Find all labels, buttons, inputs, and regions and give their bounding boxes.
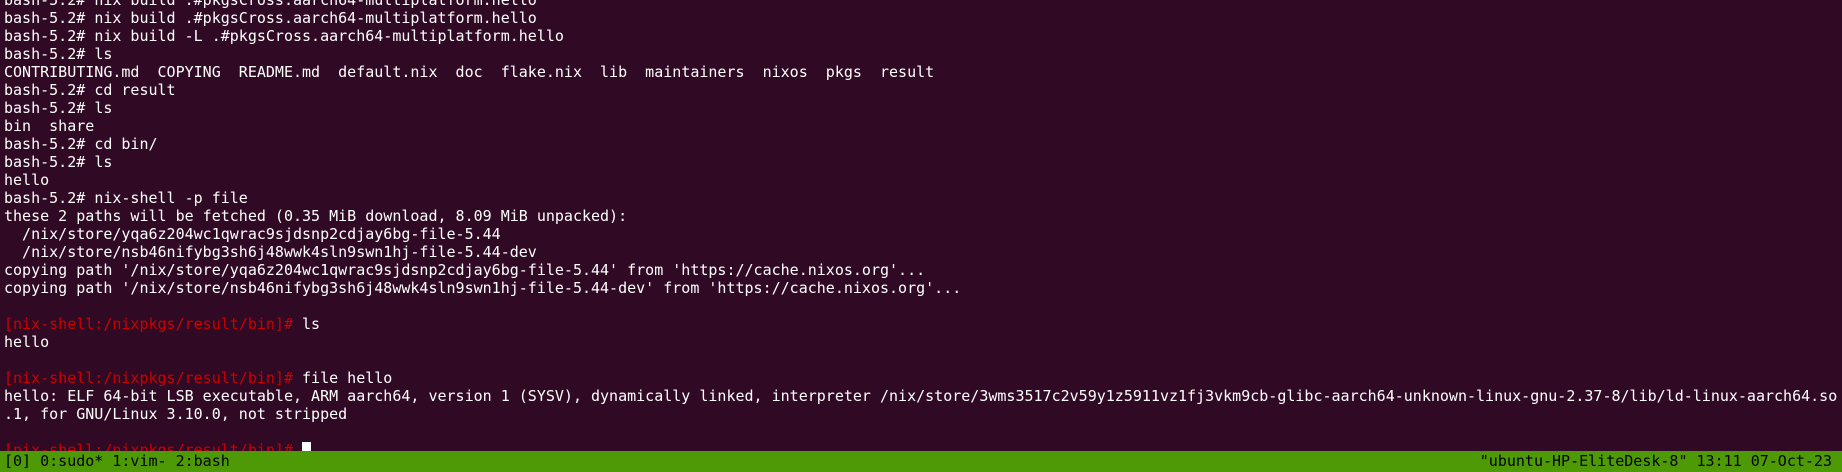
hostname: "ubuntu-HP-EliteDesk-8" (1479, 452, 1688, 470)
bash-prompt: bash-5.2# (4, 81, 95, 99)
output-text: CONTRIBUTING.md COPYING README.md defaul… (4, 63, 935, 81)
terminal-line: hello (4, 333, 1838, 351)
bash-prompt: bash-5.2# (4, 9, 95, 27)
output-text: /nix/store/yqa6z204wc1qwrac9sjdsnp2cdjay… (4, 225, 501, 243)
tmux-status-bar: [0] 0:sudo* 1:vim- 2:bash "ubuntu-HP-Eli… (0, 451, 1842, 472)
terminal-line: bash-5.2# nix-shell -p file (4, 189, 1838, 207)
terminal-line: .1, for GNU/Linux 3.10.0, not stripped (4, 405, 1838, 423)
output-text: hello: ELF 64-bit LSB executable, ARM aa… (4, 387, 1838, 405)
bash-prompt: bash-5.2# (4, 99, 95, 117)
command-text: cd result (94, 81, 176, 99)
output-text: copying path '/nix/store/nsb46nifybg3sh6… (4, 279, 962, 297)
bash-prompt: bash-5.2# (4, 27, 95, 45)
command-text: ls (302, 315, 321, 333)
nix-shell-prompt: [nix-shell:/nixpkgs/result/bin]# (4, 441, 303, 451)
terminal-line: copying path '/nix/store/nsb46nifybg3sh6… (4, 279, 1838, 297)
clock-time: 13:11 (1696, 452, 1742, 470)
command-text: ls (94, 153, 113, 171)
terminal-line: bash-5.2# nix build -L .#pkgsCross.aarch… (4, 27, 1838, 45)
window-list[interactable]: 0:sudo* 1:vim- 2:bash (40, 452, 230, 470)
terminal-line: [nix-shell:/nixpkgs/result/bin]# (4, 441, 1838, 451)
command-text: nix build .#pkgsCross.aarch64-multiplatf… (94, 0, 537, 9)
output-text: these 2 paths will be fetched (0.35 MiB … (4, 207, 628, 225)
output-text: copying path '/nix/store/yqa6z204wc1qwra… (4, 261, 926, 279)
terminal-line: CONTRIBUTING.md COPYING README.md defaul… (4, 63, 1838, 81)
output-text: .1, for GNU/Linux 3.10.0, not stripped (4, 405, 348, 423)
terminal-line: [nix-shell:/nixpkgs/result/bin]# file he… (4, 369, 1838, 387)
output-text: /nix/store/nsb46nifybg3sh6j48wwk4sln9swn… (4, 243, 537, 261)
terminal-line: /nix/store/yqa6z204wc1qwrac9sjdsnp2cdjay… (4, 225, 1838, 243)
command-text: nix-shell -p file (94, 189, 248, 207)
session-index: [0] (4, 452, 32, 470)
command-text: nix build -L .#pkgsCross.aarch64-multipl… (94, 27, 564, 45)
command-text: ls (94, 45, 113, 63)
status-left: [0] 0:sudo* 1:vim- 2:bash (4, 451, 230, 472)
bash-prompt: bash-5.2# (4, 0, 95, 9)
bash-prompt: bash-5.2# (4, 45, 95, 63)
terminal-output[interactable]: bash-5.2# nix build .#pkgsCross.aarch64-… (4, 0, 1838, 451)
bash-prompt: bash-5.2# (4, 135, 95, 153)
command-text: file hello (302, 369, 393, 387)
terminal-line: bin share (4, 117, 1838, 135)
bash-prompt: bash-5.2# (4, 189, 95, 207)
status-right: "ubuntu-HP-EliteDesk-8" 13:11 07-Oct-23 (1480, 451, 1832, 472)
terminal-line: bash-5.2# cd bin/ (4, 135, 1838, 153)
terminal-line: bash-5.2# nix build .#pkgsCross.aarch64-… (4, 0, 1838, 9)
command-text: ls (94, 99, 113, 117)
terminal-line: bash-5.2# ls (4, 153, 1838, 171)
terminal-line: /nix/store/nsb46nifybg3sh6j48wwk4sln9swn… (4, 243, 1838, 261)
output-text: bin share (4, 117, 95, 135)
nix-shell-prompt: [nix-shell:/nixpkgs/result/bin]# (4, 315, 303, 333)
terminal-line: bash-5.2# cd result (4, 81, 1838, 99)
terminal-line: bash-5.2# ls (4, 99, 1838, 117)
command-text: cd bin/ (94, 135, 158, 153)
terminal-line: bash-5.2# ls (4, 45, 1838, 63)
terminal-line: bash-5.2# nix build .#pkgsCross.aarch64-… (4, 9, 1838, 27)
output-text: hello (4, 333, 50, 351)
terminal-line: hello: ELF 64-bit LSB executable, ARM aa… (4, 387, 1838, 405)
output-text: hello (4, 171, 50, 189)
terminal-line: hello (4, 171, 1838, 189)
command-text: nix build .#pkgsCross.aarch64-multiplatf… (94, 9, 537, 27)
clock-date: 07-Oct-23 (1750, 452, 1832, 470)
terminal-line: these 2 paths will be fetched (0.35 MiB … (4, 207, 1838, 225)
bash-prompt: bash-5.2# (4, 153, 95, 171)
terminal-line: copying path '/nix/store/yqa6z204wc1qwra… (4, 261, 1838, 279)
terminal-line: [nix-shell:/nixpkgs/result/bin]# ls (4, 315, 1838, 333)
text-cursor (302, 442, 312, 451)
nix-shell-prompt: [nix-shell:/nixpkgs/result/bin]# (4, 369, 303, 387)
